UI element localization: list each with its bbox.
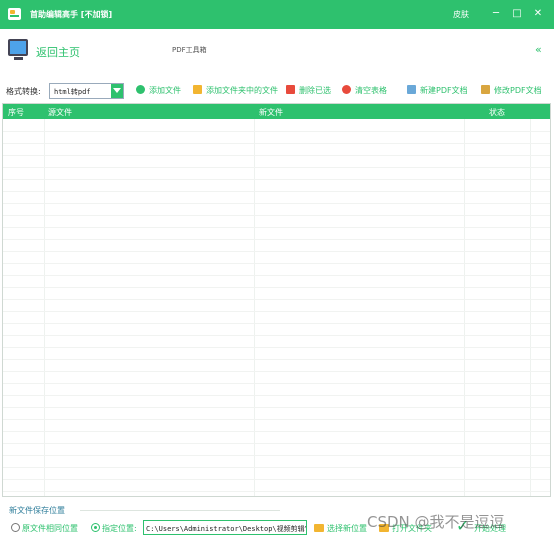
grid-row-line <box>3 167 550 168</box>
edit-pdf-label: 修改PDF文档 <box>494 86 542 95</box>
collapse-icon[interactable]: « <box>535 43 542 56</box>
grid-row-line <box>3 131 550 132</box>
minimize-icon[interactable]: ─ <box>489 7 503 21</box>
grid-row-line <box>3 323 550 324</box>
edit-document-icon <box>481 85 490 94</box>
column-header-new: 新文件 <box>259 108 283 117</box>
grid-row-line <box>3 275 550 276</box>
clear-table-label: 清空表格 <box>355 86 387 95</box>
monitor-icon <box>8 39 28 56</box>
close-icon[interactable]: ✕ <box>531 7 545 21</box>
column-header-index: 序号 <box>8 108 24 117</box>
toolbox-title: PDF工具箱 <box>172 46 207 54</box>
grid-row-line <box>3 203 550 204</box>
add-file-label: 添加文件 <box>149 86 181 95</box>
file-table[interactable]: 序号 源文件 新文件 状态 <box>2 103 551 497</box>
plus-circle-icon <box>136 85 145 94</box>
grid-row-line <box>3 443 550 444</box>
folder-add-icon <box>193 85 202 94</box>
save-path-input[interactable]: C:\Users\Administrator\Desktop\视频剪辑\ <box>143 520 307 535</box>
grid-row-line <box>3 431 550 432</box>
toolbar: 格式转换: html转pdf 添加文件 添加文件夹中的文件 删除已选 清空表格 … <box>0 82 554 100</box>
grid-row-line <box>3 227 550 228</box>
skin-button[interactable]: 皮肤 <box>453 9 469 20</box>
grid-row-line <box>3 179 550 180</box>
same-location-label[interactable]: 原文件相同位置 <box>22 523 78 534</box>
table-header: 序号 源文件 新文件 状态 <box>3 104 550 119</box>
grid-column-line <box>44 119 45 496</box>
grid-row-line <box>3 299 550 300</box>
new-pdf-label: 新建PDF文档 <box>420 86 468 95</box>
grid-row-line <box>3 239 550 240</box>
same-location-radio[interactable] <box>11 523 20 532</box>
grid-row-line <box>3 491 550 492</box>
watermark: CSDN @我不是逗逗 <box>367 513 505 531</box>
grid-row-line <box>3 335 550 336</box>
grid-row-line <box>3 155 550 156</box>
grid-row-line <box>3 371 550 372</box>
delete-x-icon <box>286 85 295 94</box>
grid-column-line <box>530 119 531 496</box>
edit-pdf-button[interactable]: 修改PDF文档 <box>481 85 542 96</box>
format-select[interactable]: html转pdf <box>49 83 124 99</box>
chevron-down-icon[interactable] <box>111 84 123 98</box>
choose-location-button[interactable]: 选择新位置 <box>314 523 367 534</box>
clear-circle-icon <box>342 85 351 94</box>
delete-selected-button[interactable]: 删除已选 <box>286 85 331 96</box>
format-label: 格式转换: <box>6 87 41 96</box>
grid-row-line <box>3 347 550 348</box>
grid-row-line <box>3 407 550 408</box>
grid-row-line <box>3 287 550 288</box>
monitor-stand <box>14 57 23 60</box>
choose-location-label: 选择新位置 <box>327 524 367 533</box>
specified-location-radio[interactable] <box>91 523 100 532</box>
maximize-icon[interactable]: □ <box>510 7 524 21</box>
grid-row-line <box>3 467 550 468</box>
add-folder-files-label: 添加文件夹中的文件 <box>206 86 278 95</box>
page-header: 返回主页 PDF工具箱 « <box>0 29 554 71</box>
grid-row-line <box>3 359 550 360</box>
specified-location-label[interactable]: 指定位置: <box>102 523 137 534</box>
new-pdf-button[interactable]: 新建PDF文档 <box>407 85 468 96</box>
add-file-button[interactable]: 添加文件 <box>136 85 181 96</box>
app-icon <box>8 8 21 20</box>
grid-column-line <box>464 119 465 496</box>
clear-table-button[interactable]: 清空表格 <box>342 85 387 96</box>
grid-row-line <box>3 311 550 312</box>
window-title: 首助编辑高手 [不加锁] <box>30 10 113 19</box>
save-location-label: 新文件保存位置 <box>9 506 65 515</box>
grid-row-line <box>3 215 550 216</box>
title-bar: 首助编辑高手 [不加锁] 皮肤 ─ □ ✕ <box>0 0 554 29</box>
grid-row-line <box>3 395 550 396</box>
column-header-status: 状态 <box>489 108 505 117</box>
column-header-source: 源文件 <box>48 108 72 117</box>
grid-row-line <box>3 455 550 456</box>
divider <box>80 510 280 511</box>
grid-row-line <box>3 251 550 252</box>
grid-row-line <box>3 419 550 420</box>
grid-row-line <box>3 191 550 192</box>
grid-row-line <box>3 383 550 384</box>
grid-row-line <box>3 143 550 144</box>
add-folder-files-button[interactable]: 添加文件夹中的文件 <box>193 85 278 96</box>
grid-row-line <box>3 479 550 480</box>
grid-row-line <box>3 263 550 264</box>
new-document-icon <box>407 85 416 94</box>
delete-selected-label: 删除已选 <box>299 86 331 95</box>
return-home-link[interactable]: 返回主页 <box>36 44 80 60</box>
folder-icon <box>314 524 324 532</box>
grid-column-line <box>254 119 255 496</box>
format-select-value: html转pdf <box>54 88 91 96</box>
